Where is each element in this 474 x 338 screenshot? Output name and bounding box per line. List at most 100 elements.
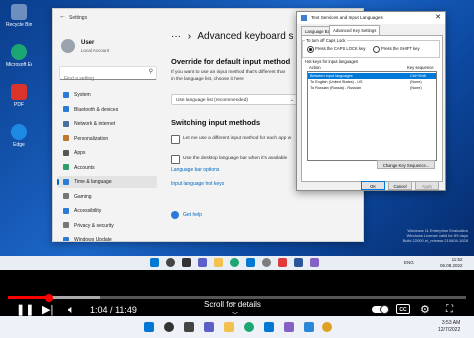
- user-name: User: [81, 40, 95, 46]
- time-current: 1:04: [90, 305, 108, 315]
- sidebar-item-label: Apps: [74, 150, 86, 156]
- help-icon: [171, 211, 179, 219]
- store-icon[interactable]: [246, 258, 255, 267]
- file-explorer-icon[interactable]: [214, 258, 223, 267]
- apply-button[interactable]: Apply: [415, 181, 439, 190]
- sidebar-item-apps[interactable]: Apps: [57, 147, 157, 159]
- sidebar-item-accounts[interactable]: Accounts: [57, 162, 157, 174]
- nav-icon: [63, 135, 69, 142]
- search-icon[interactable]: [166, 258, 175, 267]
- switching-heading: Switching input methods: [171, 118, 261, 127]
- hotkeys-group-label: Hot keys for input languages: [305, 59, 359, 64]
- text-services-dialog: Text Services and Input Languages ✕ Lang…: [296, 11, 446, 191]
- page-title: Advanced keyboard s: [197, 31, 294, 42]
- hotkeys-list[interactable]: Between input languages Ctrl+Shift To Engl…: [307, 71, 437, 161]
- desktop-icon-edge-2[interactable]: Edge: [6, 124, 32, 148]
- language-bar-options-link[interactable]: Language bar options: [171, 167, 219, 173]
- scrubber-handle[interactable]: [45, 294, 54, 302]
- caps-lock-group-label: To turn off Caps Lock: [305, 38, 347, 43]
- vm-taskbar: ENG 11:52 06.08.2022: [0, 256, 474, 270]
- get-help-link[interactable]: Get help: [183, 212, 202, 218]
- app-icon[interactable]: [310, 258, 319, 267]
- nav-icon: [63, 120, 69, 127]
- search-icon[interactable]: [164, 322, 174, 332]
- sidebar-item-label: Personalization: [74, 135, 109, 142]
- edge-icon[interactable]: [244, 322, 254, 332]
- search-input[interactable]: [60, 74, 144, 84]
- captions-icon[interactable]: CC: [396, 304, 410, 314]
- desktop-icon-recycle-bin[interactable]: Recycle Bin: [6, 4, 32, 28]
- ok-button[interactable]: OK: [361, 181, 385, 190]
- sidebar-item-time-language[interactable]: Time & language: [57, 176, 157, 188]
- start-icon[interactable]: [150, 258, 159, 267]
- avatar[interactable]: [61, 39, 75, 53]
- host-clock[interactable]: 3:53 AM 12/7/2022: [438, 320, 460, 333]
- watermark-line: Build 22000.ni_release.210604-1628: [402, 238, 468, 243]
- shift-key-radio[interactable]: [373, 46, 380, 53]
- hotkey-row[interactable]: To Russian (Russia) - Russian (None): [308, 85, 436, 91]
- back-arrow-icon[interactable]: ←: [59, 13, 66, 20]
- nav-icon: [63, 178, 69, 185]
- cancel-button[interactable]: Cancel: [388, 181, 412, 190]
- override-select[interactable]: Use language list (recommended) ⌄: [171, 94, 299, 105]
- window-title: Settings: [69, 15, 88, 21]
- pause-icon[interactable]: ❚❚: [16, 303, 34, 317]
- chat-icon[interactable]: [204, 322, 214, 332]
- store-icon[interactable]: [264, 322, 274, 332]
- breadcrumb: ··· › Advanced keyboard s: [171, 31, 294, 42]
- fullscreen-icon[interactable]: ⛶: [446, 303, 453, 317]
- time-display: 1:04 / 11:49: [90, 305, 137, 315]
- change-key-sequence-button[interactable]: Change Key Sequence...: [377, 160, 435, 169]
- sidebar-item-gaming[interactable]: Gaming: [57, 191, 157, 203]
- sidebar-item-network-internet[interactable]: Network & internet: [57, 118, 157, 130]
- scroll-for-details[interactable]: Scroll for details: [204, 300, 261, 309]
- sidebar-item-accessibility[interactable]: Accessibility: [57, 205, 157, 217]
- sidebar-item-bluetooth-devices[interactable]: Bluetooth & devices: [57, 104, 157, 116]
- gear-icon[interactable]: ⚙: [420, 303, 430, 317]
- sidebar-item-label: Accounts: [74, 164, 95, 171]
- file-explorer-icon[interactable]: [224, 322, 234, 332]
- nav-icon: [63, 149, 69, 156]
- sidebar-item-personalization[interactable]: Personalization: [57, 133, 157, 145]
- settings-gear-icon[interactable]: [262, 258, 271, 267]
- desktop-icon-edge[interactable]: Microsoft Edge: [6, 44, 32, 68]
- override-select-value: Use language list (recommended): [176, 98, 248, 103]
- activation-watermark: Windows 11 Enterprise Evaluation Windows…: [403, 228, 468, 243]
- host-date: 12/7/2022: [438, 326, 461, 333]
- chrome-icon[interactable]: [322, 322, 332, 332]
- override-description: If you want to use an input method that’…: [171, 70, 286, 75]
- progress-played: [8, 296, 50, 299]
- sidebar-item-label: Time & language: [74, 179, 112, 185]
- tray-language[interactable]: ENG: [404, 260, 414, 265]
- desktop-icon-pdf[interactable]: PDF: [6, 84, 32, 108]
- pdf-icon: [11, 84, 27, 100]
- per-app-input-checkbox[interactable]: [171, 135, 180, 144]
- autoplay-toggle[interactable]: [372, 305, 389, 314]
- nav-icon: [63, 207, 69, 214]
- visual-studio-icon[interactable]: [284, 322, 294, 332]
- user-account-type: Local Account: [81, 48, 110, 53]
- host-time: 3:53 AM: [441, 320, 461, 326]
- widgets-icon[interactable]: [198, 258, 207, 267]
- edge-icon[interactable]: [230, 258, 239, 267]
- next-icon[interactable]: ▶|: [42, 303, 53, 317]
- app-icon[interactable]: [304, 322, 314, 332]
- breadcrumb-ellipsis[interactable]: ···: [171, 31, 181, 42]
- tray-clock[interactable]: 11:52 06.08.2022: [440, 257, 463, 268]
- sidebar-item-system[interactable]: System: [57, 89, 157, 101]
- caps-lock-key-radio[interactable]: [307, 46, 314, 53]
- sidebar-item-label: System: [74, 92, 91, 98]
- settings-search[interactable]: ⚲: [59, 66, 157, 84]
- task-view-icon[interactable]: [184, 322, 194, 332]
- app-icon[interactable]: [294, 258, 303, 267]
- app-icon[interactable]: [278, 258, 287, 267]
- task-view-icon[interactable]: [182, 258, 191, 267]
- language-bar-checkbox[interactable]: [171, 155, 180, 164]
- start-icon[interactable]: [144, 322, 154, 332]
- input-language-hotkeys-link[interactable]: Input language hot keys: [171, 181, 224, 187]
- sidebar-item-windows-update[interactable]: Windows Update: [57, 234, 157, 241]
- sidebar-item-privacy-security[interactable]: Privacy & security: [57, 220, 157, 232]
- dialog-close-button[interactable]: ✕: [435, 13, 441, 21]
- volume-icon[interactable]: 🔈︎: [68, 303, 75, 317]
- column-key-header: Key sequence: [407, 65, 434, 70]
